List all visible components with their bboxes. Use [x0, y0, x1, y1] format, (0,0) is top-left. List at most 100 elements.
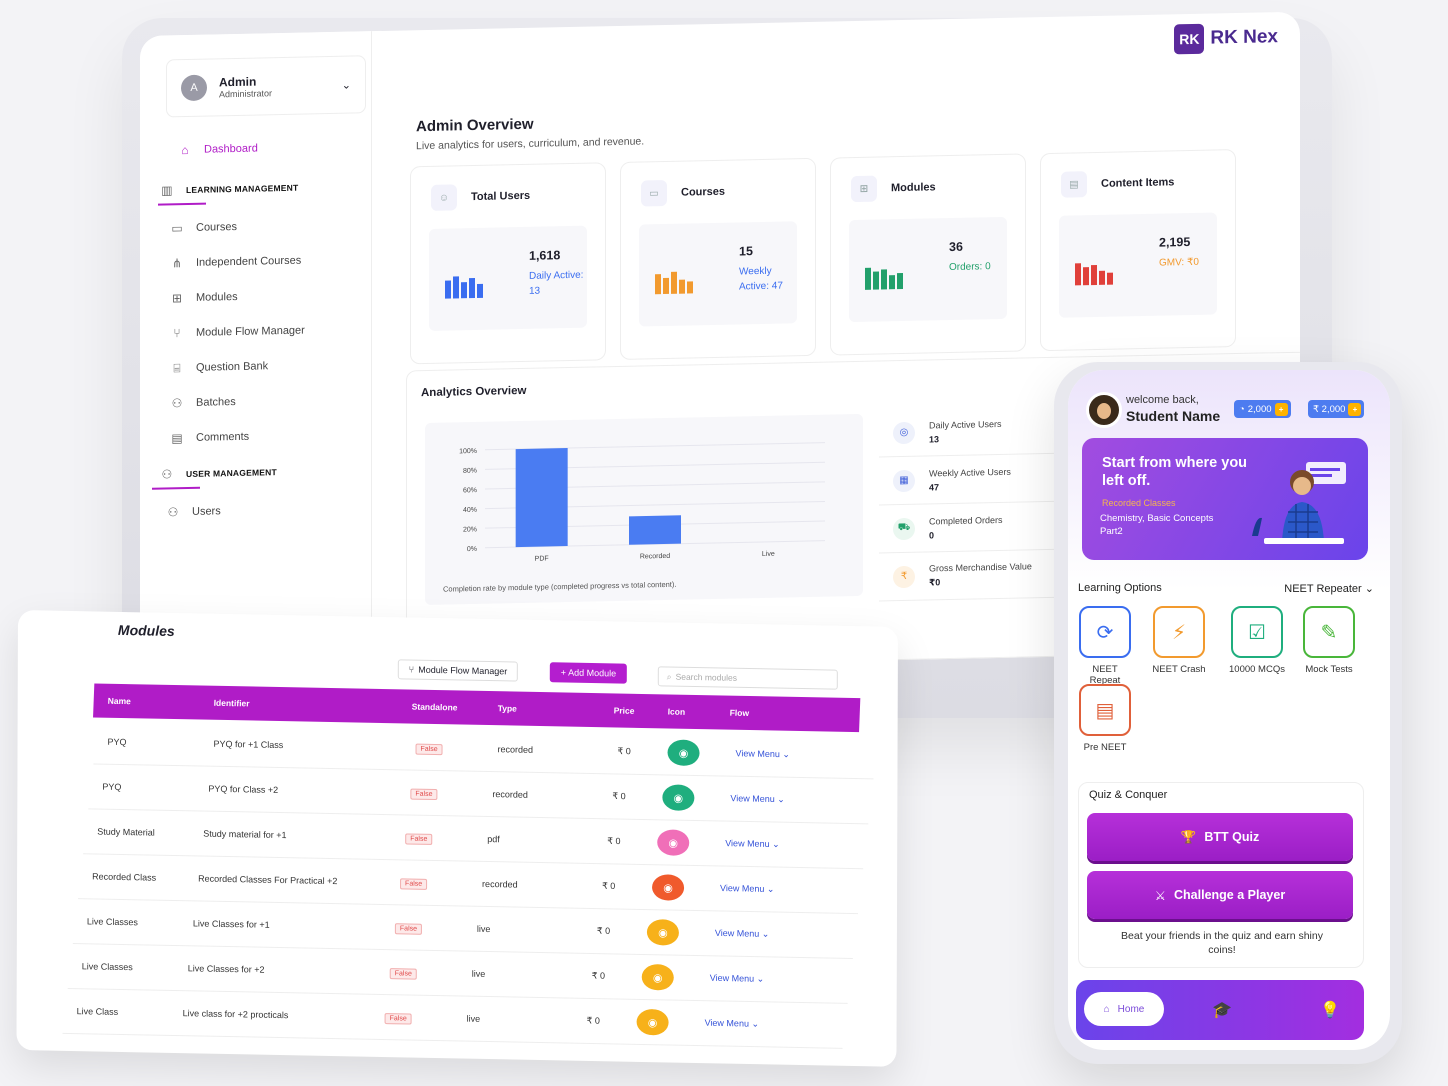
- cell-price-text: ₹ 0: [612, 790, 626, 802]
- cell-name-text: PYQ: [102, 781, 122, 792]
- view-menu-link[interactable]: View Menu ⌄: [705, 1018, 759, 1030]
- view-menu-link-text[interactable]: View Menu: [715, 928, 759, 939]
- metric-weekly-active[interactable]: ▦ Weekly Active Users 47: [879, 453, 1059, 506]
- module-flow-manager-button[interactable]: ⑂ Module Flow Manager: [397, 659, 519, 682]
- sidebar-item-module-flow[interactable]: ⑂ Module Flow Manager: [170, 322, 361, 341]
- chevron-down-icon[interactable]: ⌄: [770, 839, 780, 849]
- course-select[interactable]: NEET Repeater ⌄: [1284, 582, 1374, 595]
- stat-card-content-items[interactable]: ▤ Content Items 2,195 GMV: ₹0: [1040, 149, 1236, 352]
- option-neet-repeat[interactable]: ⟳ NEET Repeat: [1076, 606, 1134, 686]
- option-label: NEET Repeat: [1089, 664, 1121, 686]
- add-module-button[interactable]: + Add Module: [549, 662, 628, 684]
- option-mock-tests[interactable]: ✎ Mock Tests: [1300, 606, 1358, 675]
- cell-price: ₹ 0: [597, 926, 610, 937]
- cell-name: PYQ: [108, 737, 127, 747]
- sidebar-item-courses[interactable]: ▭ Courses: [170, 217, 361, 235]
- option-neet-crash[interactable]: ⚡ NEET Crash: [1150, 606, 1208, 675]
- mini-bar: [1099, 270, 1105, 285]
- cell-identifier: Live Classes for +2: [188, 963, 265, 974]
- sidebar-item-label: Batches: [196, 395, 236, 409]
- y-tick-label: 100%: [459, 448, 477, 455]
- student-app-screen: welcome back, Student Name ◔ 2,000 + ₹ 2,0…: [1068, 370, 1390, 1050]
- view-menu-link[interactable]: View Menu ⌄: [725, 838, 779, 850]
- graduation-cap-icon[interactable]: 🎓: [1212, 1000, 1232, 1020]
- banner-desc: Chemistry, Basic Concepts Part2: [1100, 513, 1214, 537]
- coin-balance[interactable]: ◔ 2,000 +: [1234, 400, 1291, 418]
- view-menu-link[interactable]: View Menu ⌄: [715, 928, 769, 940]
- cell-standalone-text: False: [394, 923, 423, 935]
- modules-icon: ⊞: [171, 291, 183, 306]
- view-menu-link-text[interactable]: View Menu: [725, 838, 769, 849]
- plus-icon[interactable]: +: [1274, 402, 1288, 416]
- admin-profile[interactable]: A Admin Administrator ⌄: [166, 55, 366, 118]
- student-avatar[interactable]: [1086, 392, 1122, 428]
- user-icon: ☺: [431, 184, 457, 211]
- cell-price-text: ₹ 0: [586, 1015, 600, 1026]
- option-10000-mcqs[interactable]: ☑ 10000 MCQs: [1228, 606, 1286, 675]
- swords-icon: ⚔: [1154, 888, 1167, 903]
- bank-icon: ⌸: [173, 360, 181, 375]
- cell-price: ₹ 0: [602, 881, 615, 892]
- wallet-balance[interactable]: ₹ 2,000 +: [1308, 400, 1365, 418]
- view-menu-link-text[interactable]: View Menu: [720, 883, 764, 894]
- metric-completed-orders[interactable]: ⛟ Completed Orders 0: [879, 501, 1059, 554]
- sidebar-item-question-bank[interactable]: ⌸ Question Bank: [170, 357, 361, 375]
- stat-card-total-users[interactable]: ☺ Total Users 1,618 Daily Active: 13: [410, 162, 606, 365]
- cell-standalone: False: [384, 1012, 412, 1025]
- sidebar-item-independent-courses[interactable]: ⋔ Independent Courses: [170, 252, 361, 271]
- sidebar-item-users[interactable]: ⚇ Users: [166, 501, 361, 519]
- checklist-icon: ☑: [1231, 606, 1283, 658]
- chevron-down-icon[interactable]: ⌄: [775, 794, 785, 804]
- view-menu-link-text[interactable]: View Menu: [705, 1018, 749, 1029]
- cell-standalone: False: [400, 877, 428, 890]
- module-thumbnail-icon: ◉: [652, 874, 685, 901]
- view-menu-link[interactable]: View Menu ⌄: [720, 883, 774, 895]
- chevron-down-icon[interactable]: ⌄: [759, 929, 770, 939]
- sidebar-item-dashboard[interactable]: ⌂ Dashboard: [178, 139, 361, 158]
- btt-quiz-button[interactable]: 🏆 BTT Quiz: [1087, 813, 1353, 861]
- stat-value: 15: [739, 244, 753, 259]
- cell-identifier: PYQ for Class +2: [208, 784, 278, 795]
- stat-card-courses[interactable]: ▭ Courses 15 Weekly Active: 47: [620, 157, 816, 360]
- sidebar-item-label: Question Bank: [196, 360, 269, 374]
- lightbulb-icon[interactable]: 💡: [1320, 1000, 1340, 1020]
- sidebar-item-label: Comments: [196, 430, 250, 444]
- tab-home[interactable]: ⌂ Home: [1084, 992, 1164, 1026]
- mini-bar-chart: [445, 272, 483, 299]
- view-menu-link[interactable]: View Menu ⌄: [736, 748, 790, 760]
- chevron-down-icon[interactable]: ⌄: [764, 884, 775, 894]
- stat-card-modules[interactable]: ⊞ Modules 36 Orders: 0: [830, 153, 1026, 356]
- view-menu-link-text[interactable]: View Menu: [710, 973, 754, 984]
- metric-gmv[interactable]: ₹ Gross Merchandise Value ₹0: [879, 549, 1059, 602]
- view-menu-link-text[interactable]: View Menu: [730, 793, 774, 804]
- comment-icon: ▤: [171, 431, 183, 446]
- view-menu-link[interactable]: View Menu ⌄: [730, 793, 784, 805]
- sidebar-item-batches[interactable]: ⚇ Batches: [170, 392, 361, 410]
- x-tick-label: PDF: [535, 555, 549, 562]
- page-title: Admin Overview: [416, 115, 534, 136]
- cell-name: Live Class: [77, 1006, 119, 1017]
- challenge-player-button[interactable]: ⚔ Challenge a Player: [1087, 871, 1353, 919]
- sidebar-item-comments[interactable]: ▤ Comments: [170, 427, 361, 446]
- metric-daily-active[interactable]: ◎ Daily Active Users 13: [879, 405, 1059, 458]
- phone-frame: welcome back, Student Name ◔ 2,000 + ₹ 2,0…: [1054, 362, 1402, 1064]
- module-icon: ◉: [652, 874, 685, 901]
- button-label: Module Flow Manager: [418, 664, 508, 677]
- continue-learning-banner[interactable]: Start from where you left off. Recorded …: [1082, 438, 1368, 560]
- user-management-section[interactable]: ⚇ USER MANAGEMENT: [160, 463, 361, 481]
- mini-bar: [461, 282, 467, 299]
- view-menu-link[interactable]: View Menu ⌄: [710, 973, 764, 985]
- search-input[interactable]: ⌕ Search modules: [657, 666, 838, 690]
- plus-icon[interactable]: +: [1348, 402, 1362, 416]
- chevron-down-icon[interactable]: ⌄: [780, 749, 790, 759]
- sidebar-item-label: Independent Courses: [196, 254, 302, 269]
- sidebar-item-modules[interactable]: ⊞ Modules: [170, 287, 361, 305]
- cell-name: Live Classes: [82, 961, 133, 972]
- view-menu-link-text[interactable]: View Menu: [736, 748, 780, 759]
- chevron-down-icon[interactable]: ⌄: [749, 1019, 759, 1029]
- chevron-down-icon[interactable]: ⌄: [754, 974, 765, 984]
- chevron-down-icon[interactable]: ⌄: [342, 78, 351, 91]
- option-pre-neet[interactable]: ▤ Pre NEET: [1076, 684, 1134, 753]
- cell-price: ₹ 0: [592, 971, 605, 982]
- learning-management-section[interactable]: ▥ LEARNING MANAGEMENT: [160, 179, 361, 198]
